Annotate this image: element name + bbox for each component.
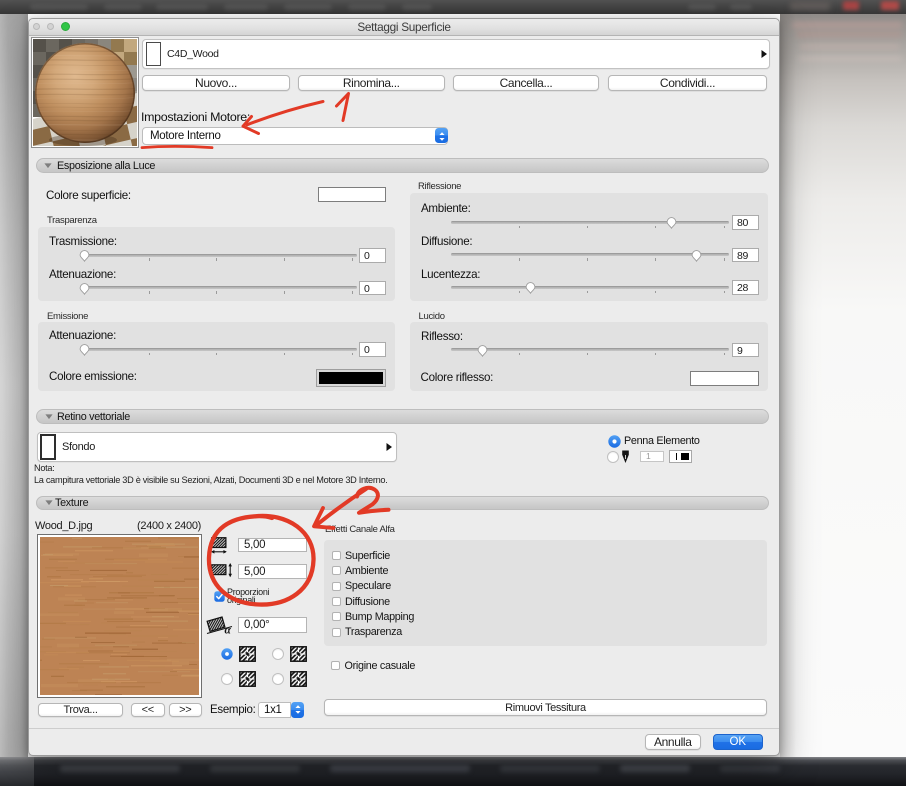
- svg-text:α: α: [225, 625, 232, 636]
